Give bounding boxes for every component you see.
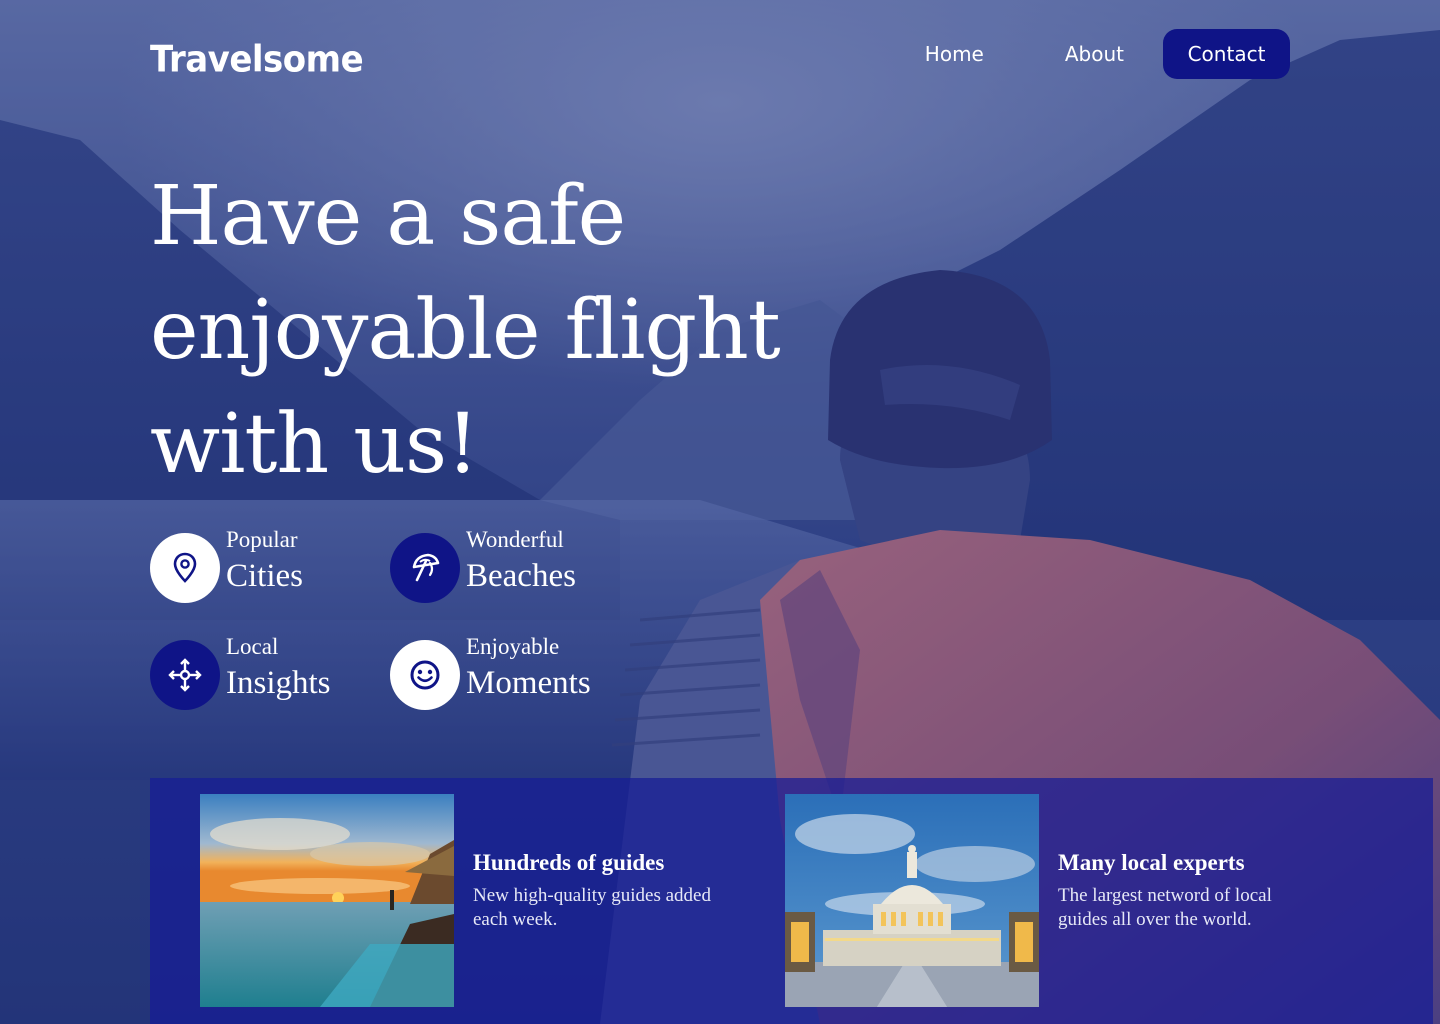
highlight-card[interactable]: Hundreds of guides New high-quality guid…	[200, 794, 713, 1007]
map-pin-icon	[150, 533, 220, 603]
feature-label-small: Enjoyable	[466, 634, 560, 659]
feature-label-small: Local	[226, 634, 279, 659]
hero-title-line-3: with us!	[150, 397, 479, 492]
feature-label-big: Cities	[226, 558, 304, 594]
contact-button[interactable]: Contact	[1163, 29, 1290, 79]
highlight-card[interactable]: Many local experts The largest netword o…	[785, 794, 1298, 1007]
hero-title-line-2: enjoyable flight	[150, 283, 781, 378]
feature-label-big: Beaches	[466, 558, 576, 594]
umbrella-icon	[390, 533, 460, 603]
feature-local-insights: Local Insights	[150, 634, 331, 710]
sunset-beach-villa-image	[200, 794, 454, 1007]
feature-popular-cities: Popular Cities	[150, 527, 304, 603]
feature-enjoyable-moments: Enjoyable Moments	[390, 634, 591, 710]
card-description: The largest netword of local guides all …	[1058, 885, 1272, 930]
feature-wonderful-beaches: Wonderful Beaches	[390, 527, 576, 603]
nav-about-link[interactable]: About	[1065, 29, 1124, 79]
feature-label-big: Insights	[226, 665, 331, 701]
capitol-building-image	[785, 794, 1039, 1007]
feature-label-small: Wonderful	[466, 527, 564, 552]
smiley-icon	[390, 640, 460, 710]
card-description: New high-quality guides added each week.	[473, 885, 711, 930]
card-title: Many local experts	[1058, 850, 1245, 875]
feature-label-small: Popular	[226, 527, 298, 552]
feature-label-big: Moments	[466, 665, 591, 701]
highlights-panel: Hundreds of guides New high-quality guid…	[150, 778, 1433, 1024]
card-title: Hundreds of guides	[473, 850, 665, 875]
nav-home-link[interactable]: Home	[925, 29, 984, 79]
hero-title: Have a safe enjoyable flight with us!	[150, 160, 850, 502]
brand-logo[interactable]: Travelsome	[150, 38, 364, 81]
top-nav: Home About Contact	[925, 29, 1290, 79]
hero-title-line-1: Have a safe	[150, 169, 626, 264]
compass-arrows-icon	[150, 640, 220, 710]
